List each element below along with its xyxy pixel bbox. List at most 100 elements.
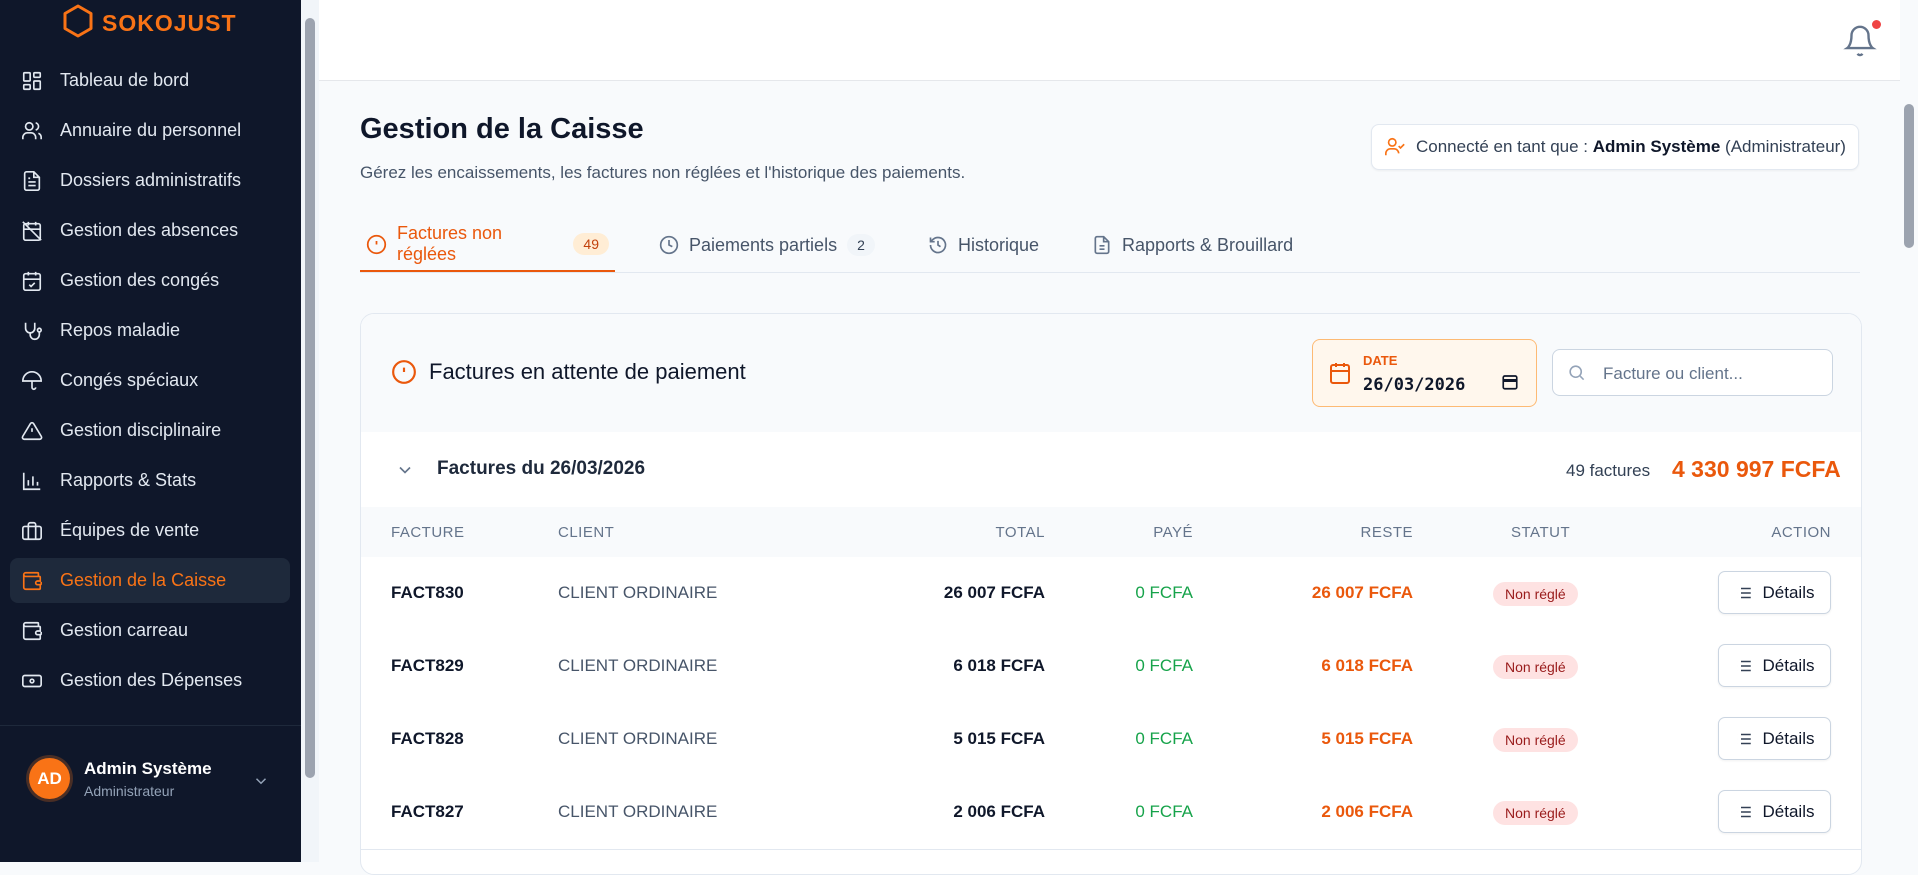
cell-client: CLIENT ORDINAIRE — [558, 583, 718, 602]
tab-label: Paiements partiels — [689, 234, 838, 255]
details-label: Détails — [1762, 728, 1815, 748]
table-row: FACT828 CLIENT ORDINAIRE 5 015 FCFA 0 FC… — [361, 703, 1861, 777]
brand-name: SOKOJUST — [102, 9, 237, 36]
banknote-icon — [20, 669, 44, 693]
cell-reste: 6 018 FCFA — [1321, 656, 1413, 675]
chevron-down-icon[interactable] — [395, 460, 415, 485]
tab-paiements-partiels[interactable]: Paiements partiels 2 — [659, 218, 875, 272]
tab-label: Rapports & Brouillard — [1122, 234, 1294, 255]
search-input[interactable] — [1601, 350, 1825, 397]
sidebar-scrollbar[interactable] — [301, 0, 319, 862]
wallet-icon — [20, 569, 44, 593]
users-icon — [20, 119, 44, 143]
sidebar-nav: Tableau de bord Annuaire du personnel Do… — [10, 58, 290, 708]
col-client: CLIENT — [558, 524, 615, 541]
sidebar-item-label: Gestion des congés — [60, 270, 220, 290]
table-header: FACTURE CLIENT TOTAL PAYÉ RESTE STATUT A… — [361, 507, 1861, 558]
sidebar-item-dossiers[interactable]: Dossiers administratifs — [10, 158, 290, 203]
user-role: Administrateur — [84, 782, 175, 799]
details-button[interactable]: Détails — [1718, 644, 1831, 687]
briefcase-icon — [20, 519, 44, 543]
cell-paye: 0 FCFA — [1135, 583, 1193, 602]
calendar-check-icon — [20, 269, 44, 293]
table-row: FACT827 CLIENT ORDINAIRE 2 006 FCFA 0 FC… — [361, 776, 1861, 850]
tab-rapports-brouillard[interactable]: Rapports & Brouillard — [1092, 218, 1293, 272]
page-subtitle: Gérez les encaissements, les factures no… — [360, 163, 966, 182]
group-count: 49 factures — [1566, 461, 1651, 480]
connected-role: (Administrateur) — [1725, 137, 1846, 156]
card-header: Factures en attente de paiement DATE 26/… — [361, 314, 1861, 433]
group-header[interactable]: Factures du 26/03/2026 49 factures 4 330… — [361, 432, 1861, 508]
history-icon — [928, 235, 948, 255]
date-filter[interactable]: DATE 26/03/2026 — [1312, 339, 1537, 407]
tab-bar: Factures non réglées 49 Paiements partie… — [360, 218, 1860, 273]
sidebar-item-label: Équipes de vente — [60, 520, 200, 540]
sidebar-item-annuaire[interactable]: Annuaire du personnel — [10, 108, 290, 153]
details-label: Détails — [1762, 801, 1815, 821]
sidebar-item-conges[interactable]: Gestion des congés — [10, 258, 290, 303]
tab-badge: 49 — [573, 233, 609, 255]
sidebar-item-caisse[interactable]: Gestion de la Caisse — [10, 558, 290, 603]
sidebar-item-label: Repos maladie — [60, 320, 181, 340]
card-title-text: Factures en attente de paiement — [429, 359, 746, 384]
status-badge: Non réglé — [1493, 728, 1578, 752]
sidebar-item-label: Congés spéciaux — [60, 370, 199, 390]
sidebar-item-label: Gestion carreau — [60, 620, 189, 640]
col-action: ACTION — [1771, 524, 1831, 541]
avatar: AD — [29, 758, 70, 799]
chevron-down-icon[interactable] — [252, 772, 270, 795]
bell-icon[interactable] — [1843, 24, 1877, 63]
cell-facture: FACT827 — [391, 802, 464, 821]
list-icon — [1735, 730, 1753, 748]
list-icon — [1735, 584, 1753, 602]
notification-dot — [1872, 20, 1881, 29]
cell-facture: FACT830 — [391, 583, 464, 602]
date-label: DATE — [1363, 353, 1398, 368]
invoices-card: Factures en attente de paiement DATE 26/… — [360, 313, 1862, 875]
sidebar-item-carreau[interactable]: Gestion carreau — [10, 608, 290, 653]
page-scrollbar-thumb[interactable] — [1904, 104, 1914, 248]
sidebar-scrollbar-thumb[interactable] — [305, 18, 315, 778]
sidebar: SOKOJUST Tableau de bord Annuaire du per… — [0, 0, 301, 862]
brand-logo[interactable]: SOKOJUST — [62, 4, 237, 41]
sidebar-item-equipes[interactable]: Équipes de vente — [10, 508, 290, 553]
sidebar-item-conges-speciaux[interactable]: Congés spéciaux — [10, 358, 290, 403]
warning-icon — [20, 419, 44, 443]
sidebar-item-disciplinaire[interactable]: Gestion disciplinaire — [10, 408, 290, 453]
tab-label: Factures non réglées — [397, 223, 503, 264]
dashboard-icon — [20, 69, 44, 93]
search-icon — [1567, 363, 1586, 387]
tab-factures-non-reglees[interactable]: Factures non réglées 49 — [360, 218, 615, 272]
sidebar-item-label: Gestion des Dépenses — [60, 670, 243, 690]
cell-paye: 0 FCFA — [1135, 656, 1193, 675]
cell-reste: 26 007 FCFA — [1311, 583, 1413, 602]
bar-chart-icon — [20, 469, 44, 493]
cell-reste: 5 015 FCFA — [1321, 729, 1413, 748]
user-check-icon — [1384, 136, 1406, 158]
cell-paye: 0 FCFA — [1135, 802, 1193, 821]
sidebar-item-rapports[interactable]: Rapports & Stats — [10, 458, 290, 503]
cell-client: CLIENT ORDINAIRE — [558, 802, 718, 821]
sidebar-item-depenses[interactable]: Gestion des Dépenses — [10, 658, 290, 703]
search-box[interactable] — [1552, 349, 1833, 397]
tab-historique[interactable]: Historique — [928, 218, 1039, 272]
sidebar-item-label: Tableau de bord — [60, 70, 190, 90]
sidebar-item-repos-maladie[interactable]: Repos maladie — [10, 308, 290, 353]
umbrella-icon — [20, 369, 44, 393]
user-menu[interactable]: AD Admin Système Administrateur — [0, 725, 301, 831]
sidebar-item-absences[interactable]: Gestion des absences — [10, 208, 290, 253]
date-picker-icon[interactable] — [1501, 373, 1519, 396]
date-value[interactable]: 26/03/2026 — [1363, 375, 1465, 395]
tab-badge: 2 — [847, 234, 875, 256]
col-facture: FACTURE — [391, 524, 465, 541]
sidebar-item-tableau-de-bord[interactable]: Tableau de bord — [10, 58, 290, 103]
connected-user: Admin Système — [1592, 137, 1721, 156]
details-button[interactable]: Détails — [1718, 717, 1831, 760]
details-button[interactable]: Détails — [1718, 571, 1831, 614]
status-badge: Non réglé — [1493, 655, 1578, 679]
list-icon — [1735, 657, 1753, 675]
page-scrollbar[interactable] — [1900, 80, 1918, 862]
status-badge: Non réglé — [1493, 801, 1578, 825]
tab-label: Historique — [958, 234, 1040, 255]
details-button[interactable]: Détails — [1718, 790, 1831, 833]
